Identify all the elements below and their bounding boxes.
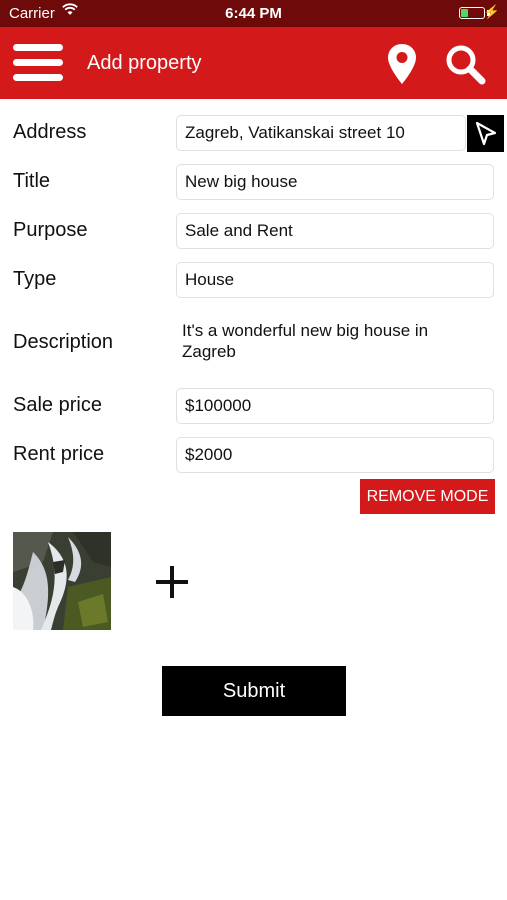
status-time: 6:44 PM bbox=[225, 5, 282, 22]
submit-button[interactable]: Submit bbox=[162, 666, 346, 716]
description-input[interactable]: It's a wonderful new big house in Zagreb bbox=[182, 320, 482, 362]
menu-icon bbox=[13, 44, 63, 51]
sale-price-label: Sale price bbox=[13, 394, 102, 416]
charging-icon: ⚡ bbox=[483, 4, 500, 19]
sale-price-input[interactable] bbox=[176, 388, 494, 424]
menu-icon-bar bbox=[13, 74, 63, 81]
locate-button[interactable] bbox=[467, 115, 504, 152]
rent-price-label: Rent price bbox=[13, 443, 105, 465]
page-title: Add property bbox=[87, 52, 202, 74]
title-input[interactable] bbox=[176, 164, 494, 200]
nav-bar: Add property bbox=[0, 27, 507, 99]
navigation-arrow-icon bbox=[475, 121, 497, 146]
location-pin-icon[interactable] bbox=[386, 43, 418, 85]
purpose-input[interactable] bbox=[176, 213, 494, 249]
address-label: Address bbox=[13, 121, 87, 143]
add-photo-icon[interactable] bbox=[155, 565, 189, 599]
battery-icon bbox=[459, 7, 485, 19]
menu-button[interactable] bbox=[13, 44, 63, 82]
purpose-label: Purpose bbox=[13, 219, 88, 241]
address-input[interactable] bbox=[176, 115, 466, 151]
property-photo[interactable] bbox=[13, 532, 111, 630]
description-label: Description bbox=[13, 331, 114, 353]
remove-mode-button[interactable]: REMOVE MODE bbox=[360, 479, 495, 514]
menu-icon-bar bbox=[13, 59, 63, 66]
battery-level bbox=[461, 9, 468, 17]
waterfall-image bbox=[13, 532, 111, 630]
status-bar: Carrier 6:44 PM ⚡ bbox=[0, 0, 507, 27]
type-label: Type bbox=[13, 268, 57, 290]
title-label: Title bbox=[13, 170, 51, 192]
rent-price-input[interactable] bbox=[176, 437, 494, 473]
type-input[interactable] bbox=[176, 262, 494, 298]
search-icon[interactable] bbox=[444, 43, 486, 85]
